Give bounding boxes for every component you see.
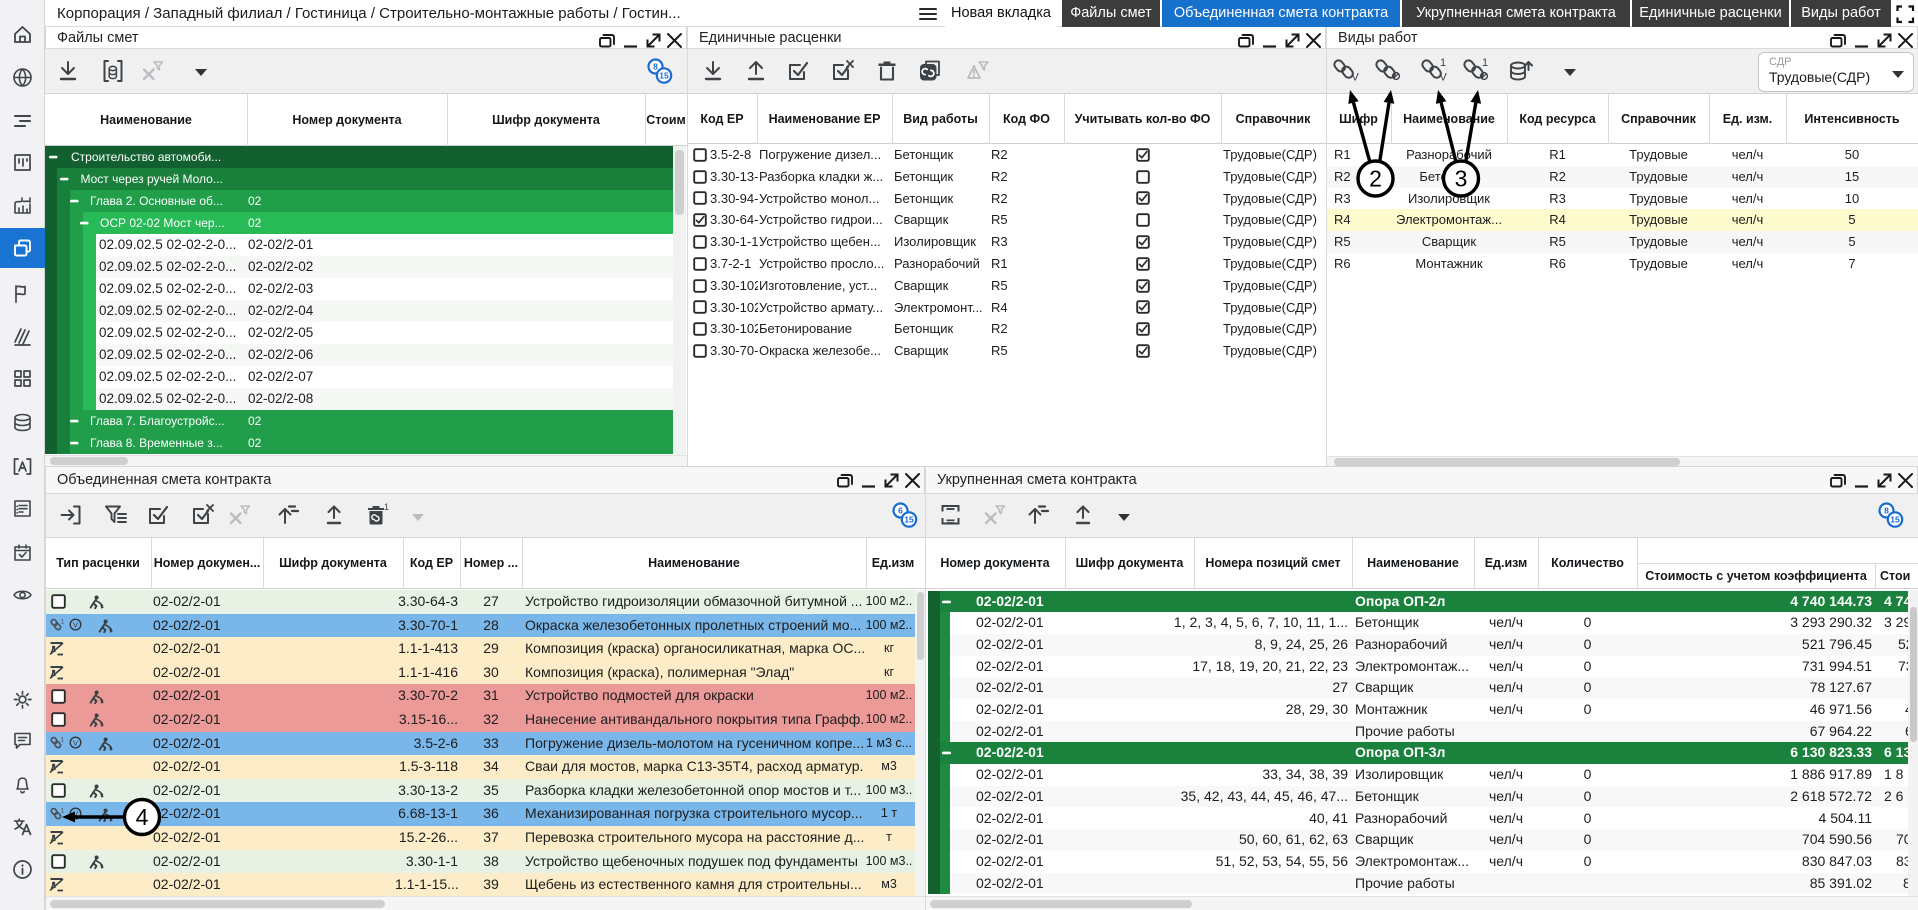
svg-text:V: V [1440,72,1448,84]
svg-text:15: 15 [904,515,914,525]
svg-text:V: V [73,739,78,748]
svg-text:6: 6 [898,506,903,516]
svg-text:1: 1 [61,736,65,743]
svg-text:V: V [73,809,78,818]
svg-text:1: 1 [61,618,65,625]
svg-text:1: 1 [1440,57,1446,69]
svg-text:8: 8 [653,62,658,72]
svg-text:V: V [1352,72,1360,84]
svg-text:1: 1 [384,502,389,512]
svg-text:1: 1 [1482,57,1488,69]
svg-text:1: 1 [61,807,65,814]
svg-text:15: 15 [659,71,669,81]
svg-text:15: 15 [1890,515,1900,525]
svg-text:8: 8 [1884,506,1889,516]
svg-text:V: V [73,621,78,630]
